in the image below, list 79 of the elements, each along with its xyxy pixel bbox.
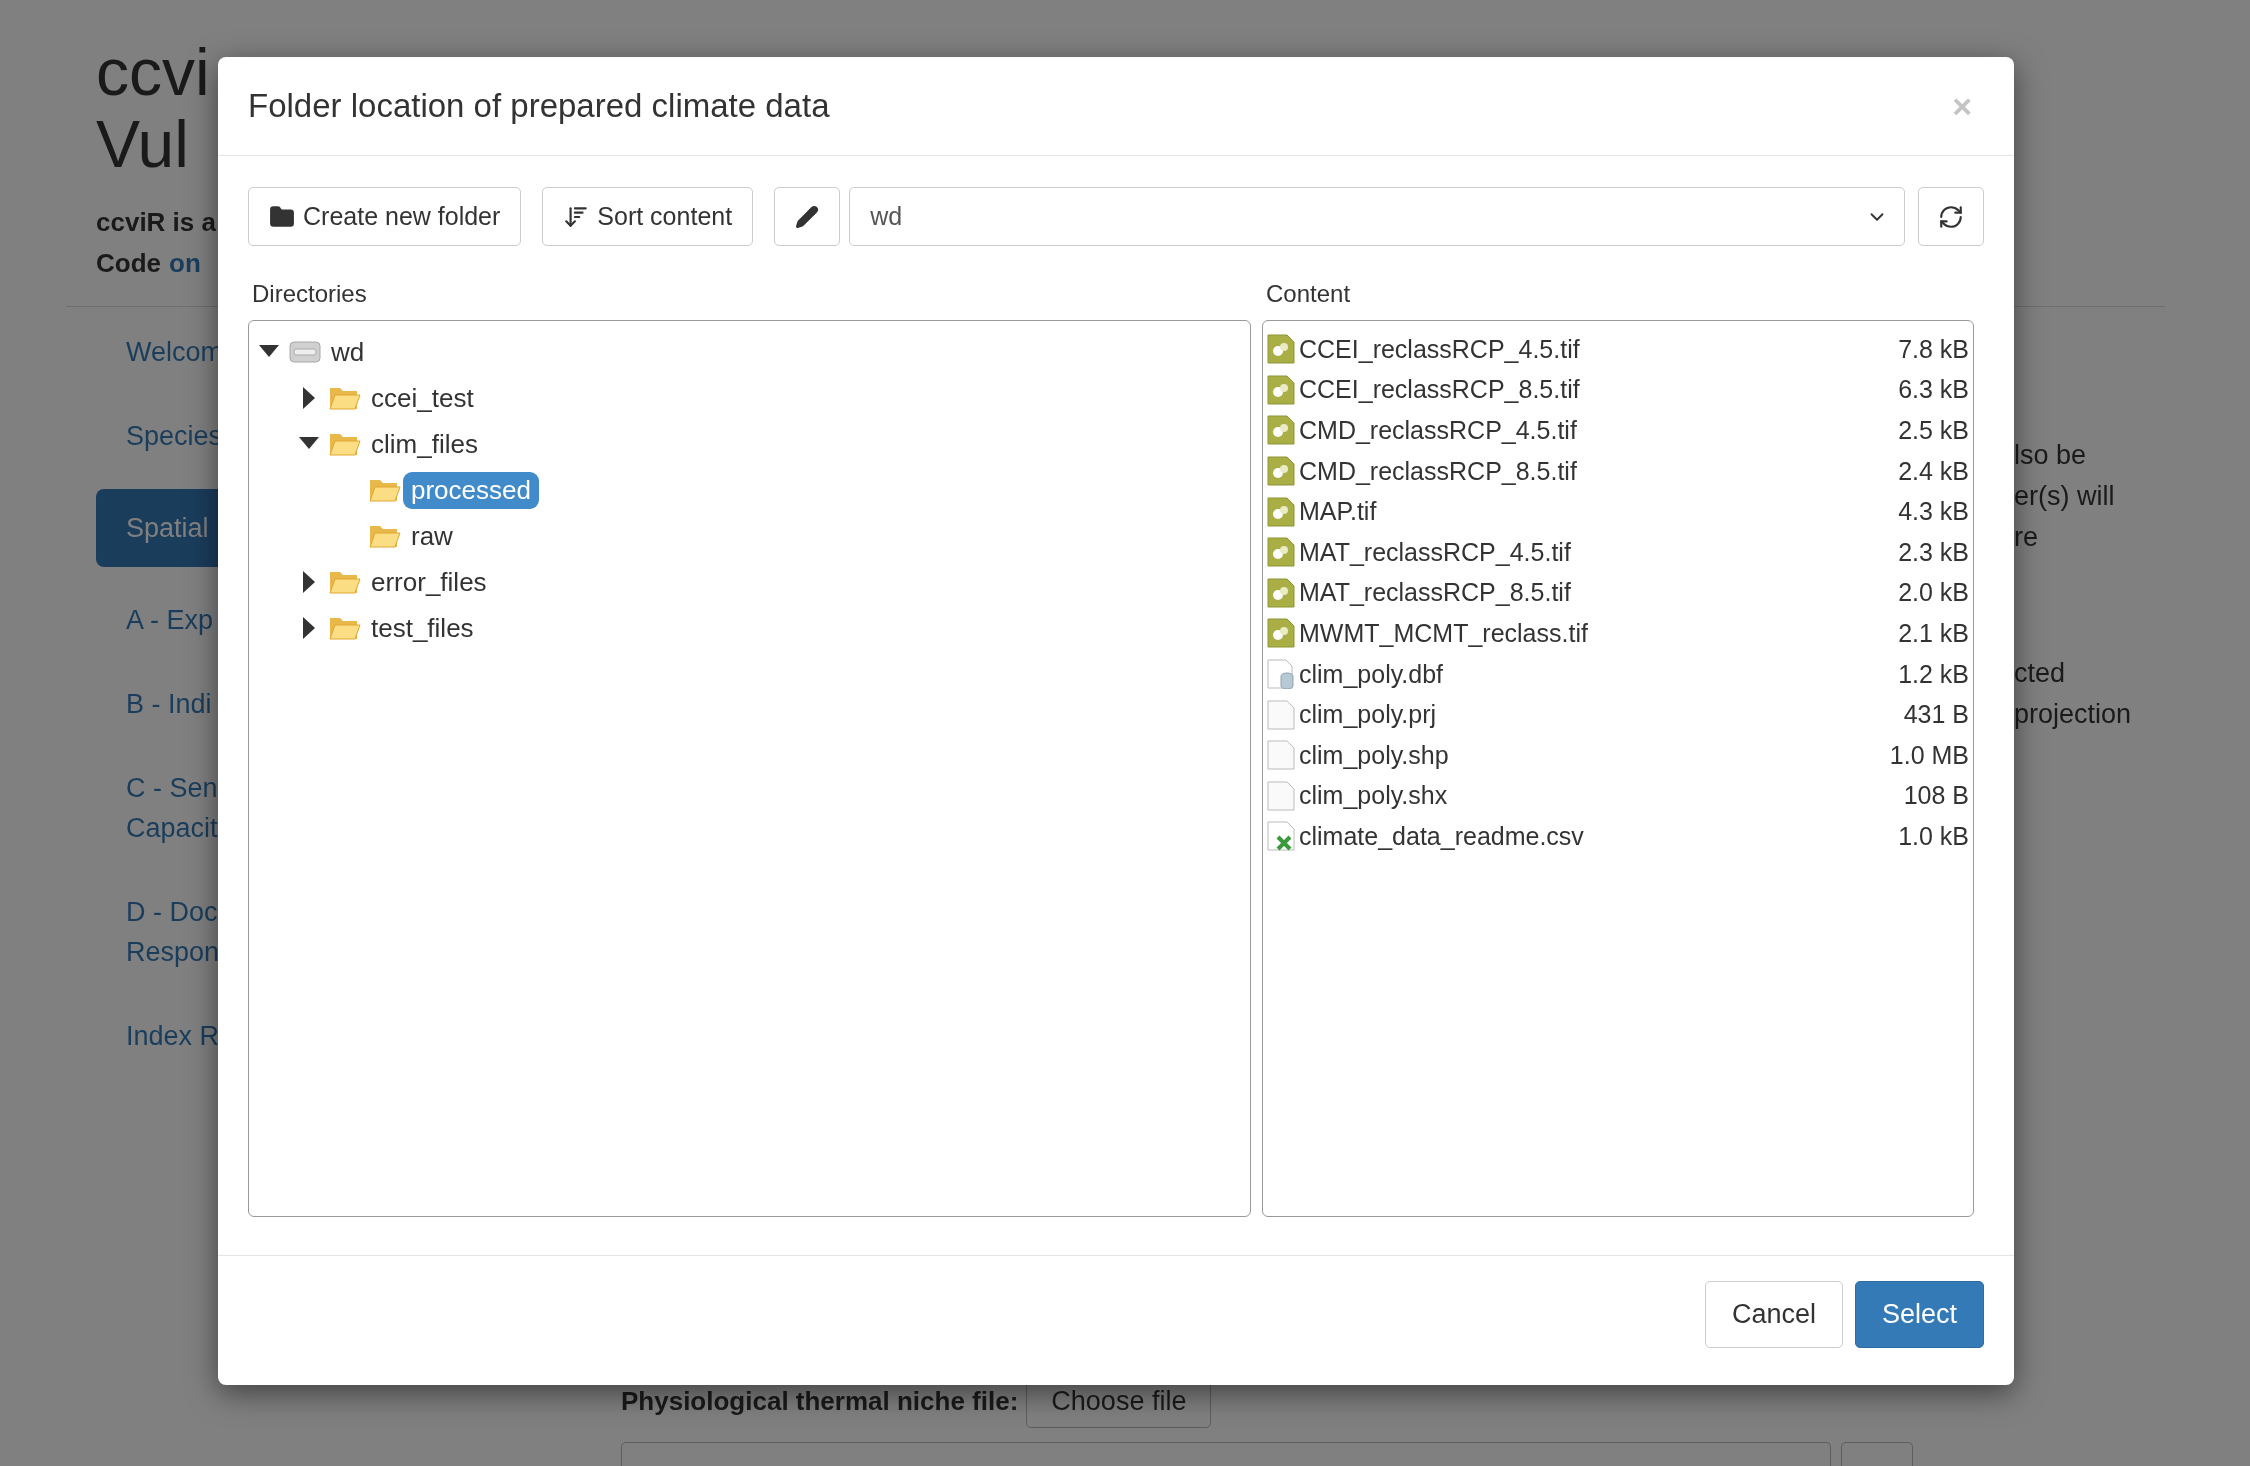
page-title: ccvi xyxy=(96,36,210,108)
image-file-icon xyxy=(1267,577,1295,608)
folder-icon xyxy=(369,523,401,549)
file-name[interactable]: CCEI_reclassRCP_8.5.tif xyxy=(1299,375,1899,405)
page-title: Vul xyxy=(96,108,189,180)
file-name[interactable]: clim_poly.prj xyxy=(1299,700,1904,730)
file-size: 2.1 kB xyxy=(1898,618,1969,648)
file-name[interactable]: clim_poly.shp xyxy=(1299,740,1890,770)
file-name[interactable]: MAP.tif xyxy=(1299,497,1899,527)
folder-name[interactable]: clim_files xyxy=(363,425,486,463)
file-name[interactable]: MAT_reclassRCP_8.5.tif xyxy=(1299,578,1899,608)
image-file-icon xyxy=(1267,618,1295,649)
file-size: 2.0 kB xyxy=(1898,578,1969,608)
caret-right-icon[interactable] xyxy=(302,571,316,593)
caret-right-icon[interactable] xyxy=(302,387,316,409)
edit-icon xyxy=(795,204,820,229)
folder-name[interactable]: raw xyxy=(403,517,461,555)
folder-name[interactable]: error_files xyxy=(363,563,495,601)
folder-icon xyxy=(269,203,295,230)
file-size: 1.0 kB xyxy=(1898,821,1969,851)
caret-right-icon[interactable] xyxy=(302,617,316,639)
folder-name[interactable]: ccei_test xyxy=(363,379,482,417)
image-file-icon xyxy=(1267,334,1295,365)
file-icon xyxy=(1267,699,1295,730)
folder-icon xyxy=(369,477,401,503)
image-file-icon xyxy=(1267,537,1295,568)
field-label: Physiological thermal niche file: xyxy=(621,1386,1019,1417)
modal-title: Folder location of prepared climate data xyxy=(248,87,830,125)
file-size: 7.8 kB xyxy=(1898,334,1969,364)
input-field[interactable] xyxy=(621,1442,1831,1466)
file-size: 6.3 kB xyxy=(1898,375,1969,405)
file-size: 2.4 kB xyxy=(1898,456,1969,486)
drive-icon xyxy=(289,340,321,364)
file-name[interactable]: clim_poly.shx xyxy=(1299,781,1904,811)
primary-button[interactable]: Select xyxy=(1854,1281,1984,1348)
folder-name[interactable]: processed xyxy=(403,471,539,509)
caret-down-icon[interactable] xyxy=(299,437,319,451)
image-file-icon xyxy=(1267,456,1295,487)
folder-name[interactable]: wd xyxy=(323,333,373,371)
file-size: 2.5 kB xyxy=(1898,416,1969,445)
file-size: 1.2 kB xyxy=(1898,659,1969,689)
secondary-button[interactable]: Cancel xyxy=(1704,1281,1843,1348)
refresh-button[interactable] xyxy=(1918,187,1984,246)
refresh-icon xyxy=(1938,203,1964,230)
file-name[interactable]: CMD_reclassRCP_4.5.tif xyxy=(1299,416,1899,445)
file-icon xyxy=(1267,780,1295,811)
description-text: lso be er(s) will re xyxy=(2014,439,2116,554)
file-size: 2.3 kB xyxy=(1898,537,1969,567)
description-text: cted projection xyxy=(2014,657,2133,731)
intro-text: Code xyxy=(96,247,161,280)
spreadsheet-file-icon xyxy=(1267,821,1295,852)
panel-label: Content xyxy=(1265,280,1352,309)
folder-icon xyxy=(329,385,361,411)
file-name[interactable]: MAT_reclassRCP_4.5.tif xyxy=(1299,537,1899,567)
file-size: 4.3 kB xyxy=(1898,497,1969,527)
sort-button[interactable]: Sort content xyxy=(542,187,754,246)
folder-icon xyxy=(329,615,361,641)
file-name[interactable]: CCEI_reclassRCP_4.5.tif xyxy=(1299,334,1899,364)
file-name[interactable]: CMD_reclassRCP_8.5.tif xyxy=(1299,456,1899,486)
create-folder-button[interactable]: Create new folder xyxy=(248,187,522,246)
folder-icon xyxy=(329,431,361,457)
image-file-icon xyxy=(1267,496,1295,527)
file-name[interactable]: clim_poly.dbf xyxy=(1299,659,1899,689)
intro-text: ccviR is a xyxy=(96,206,216,239)
path-select[interactable]: wd xyxy=(849,187,1905,246)
database-file-icon xyxy=(1267,659,1295,690)
file-name[interactable]: MWMT_MCMT_reclass.tif xyxy=(1299,618,1899,648)
file-size: 431 B xyxy=(1903,700,1969,730)
folder-name[interactable]: test_files xyxy=(363,609,482,647)
image-file-icon xyxy=(1267,415,1295,446)
file-size: 1.0 MB xyxy=(1889,740,1969,770)
file-size: 108 B xyxy=(1903,781,1969,811)
folder-icon xyxy=(329,569,361,595)
image-file-icon xyxy=(1267,374,1295,405)
panel-label: Directories xyxy=(251,280,368,309)
edit-button[interactable] xyxy=(774,187,841,246)
caret-down-icon[interactable] xyxy=(259,345,279,359)
file-icon xyxy=(1267,740,1295,771)
file-name[interactable]: climate_data_readme.csv xyxy=(1299,821,1899,851)
